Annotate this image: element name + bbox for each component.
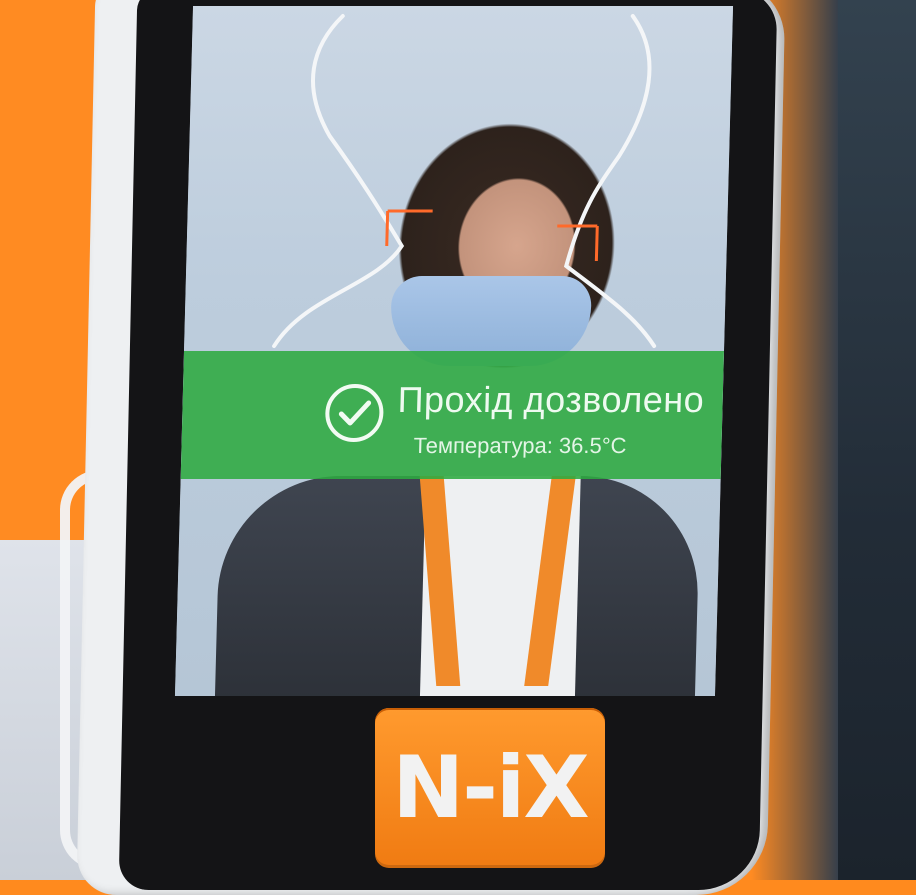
check-circle-icon <box>325 384 384 442</box>
dark-doorway-right <box>838 0 916 880</box>
brand-logo-badge: N-iX <box>375 708 605 868</box>
brand-logo: N-iX <box>392 738 589 838</box>
access-status-title: Прохід дозволено <box>397 379 705 420</box>
temperature-readout: Температура: 36.5°C <box>413 433 627 458</box>
access-granted-banner: Прохід дозволено Температура: 36.5°C <box>180 351 725 479</box>
camera-screen: Прохід дозволено Температура: 36.5°C <box>174 6 734 696</box>
